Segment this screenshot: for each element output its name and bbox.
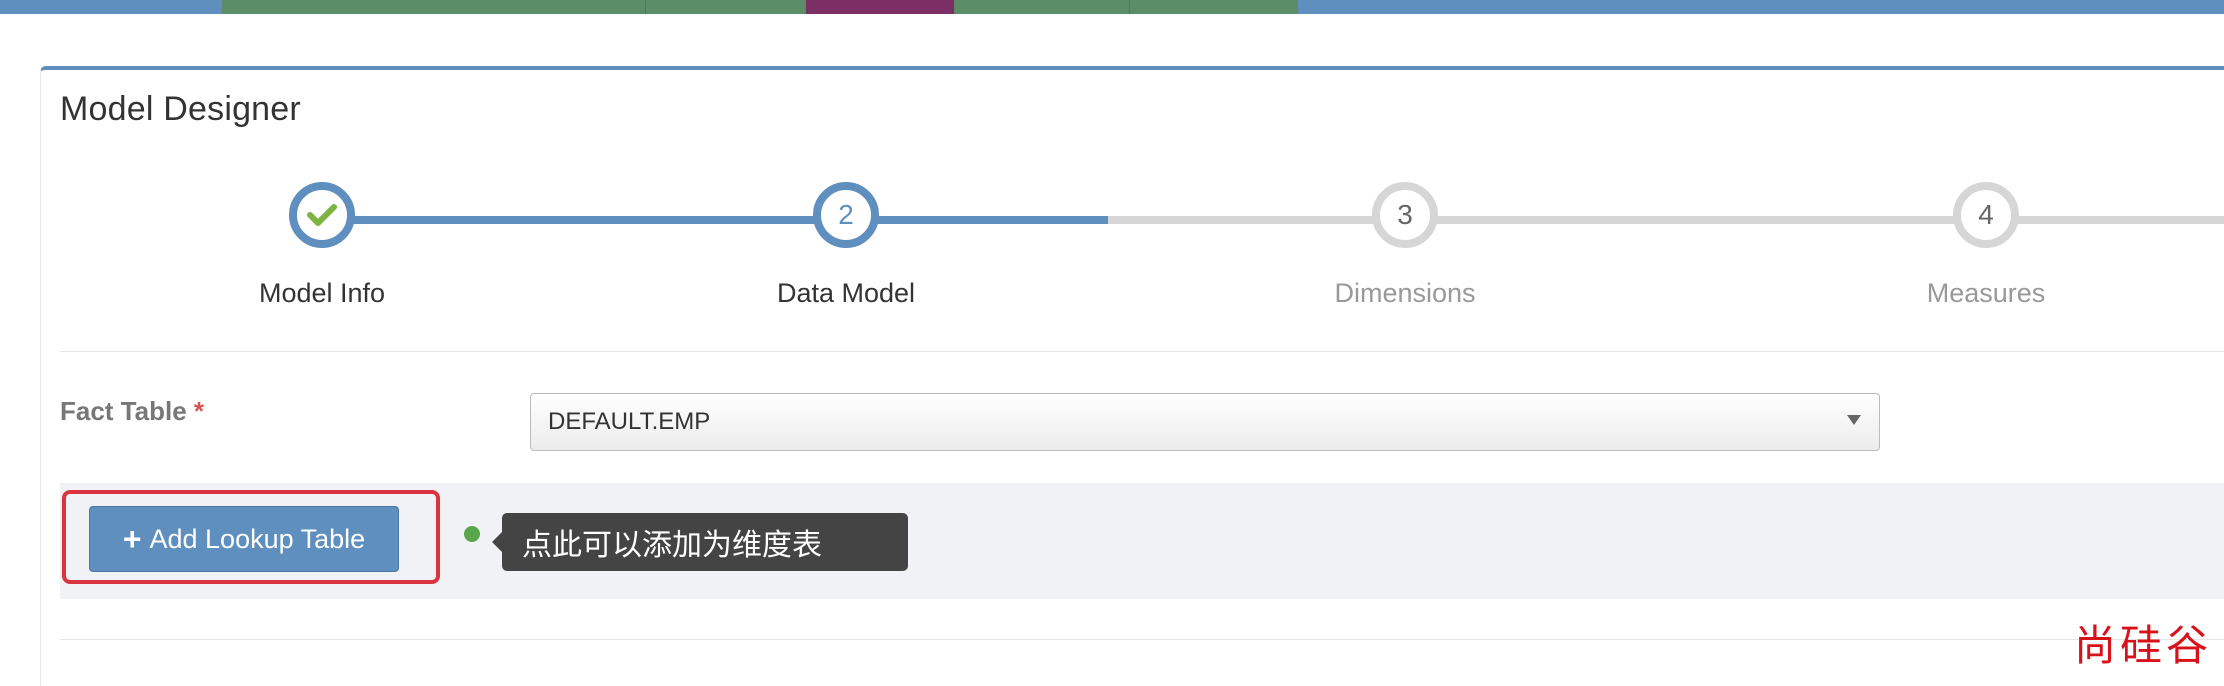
step-label: Measures	[1926, 278, 2046, 308]
dropdown-arrow-icon	[1847, 415, 1861, 425]
section-divider	[60, 351, 2224, 352]
fact-table-label: Fact Table *	[60, 396, 204, 427]
step-label: Model Info	[258, 278, 386, 308]
top-strip-segment	[222, 0, 645, 14]
top-nav-strip	[0, 0, 2224, 14]
add-lookup-table-button[interactable]: + Add Lookup Table	[89, 506, 399, 572]
plus-icon: +	[122, 521, 142, 557]
step-circle	[289, 182, 355, 248]
page-title: Model Designer	[60, 90, 301, 128]
fact-table-selected-value: DEFAULT.EMP	[548, 408, 711, 435]
fact-table-select[interactable]: DEFAULT.EMP	[530, 393, 1880, 451]
top-strip-segment	[1129, 0, 1298, 14]
watermark-logo: 尚硅谷	[2074, 621, 2213, 670]
top-strip-segment	[954, 0, 1129, 14]
top-strip-segment	[1298, 0, 2224, 14]
step-circle: 3	[1372, 182, 1438, 248]
annotation-dot	[464, 526, 480, 542]
add-lookup-table-label: Add Lookup Table	[149, 523, 366, 554]
step-label: Dimensions	[1334, 278, 1476, 308]
wizard-step-data-model[interactable]: 2 Data Model	[696, 182, 996, 309]
wizard-step-dimensions[interactable]: 3 Dimensions	[1255, 182, 1555, 309]
fact-table-label-text: Fact Table	[60, 396, 187, 426]
section-divider	[60, 639, 2224, 640]
check-icon	[307, 204, 337, 226]
top-strip-segment	[0, 0, 222, 14]
top-strip-segment	[806, 0, 954, 14]
wizard-step-model-info[interactable]: Model Info	[172, 182, 472, 309]
step-circle: 4	[1953, 182, 2019, 248]
step-circle: 2	[813, 182, 879, 248]
wizard-step-measures[interactable]: 4 Measures	[1836, 182, 2136, 309]
top-strip-segment	[645, 0, 806, 14]
required-marker: *	[193, 396, 205, 426]
step-label: Data Model	[776, 278, 916, 308]
annotation-tooltip: 点此可以添加为维度表	[492, 513, 908, 571]
